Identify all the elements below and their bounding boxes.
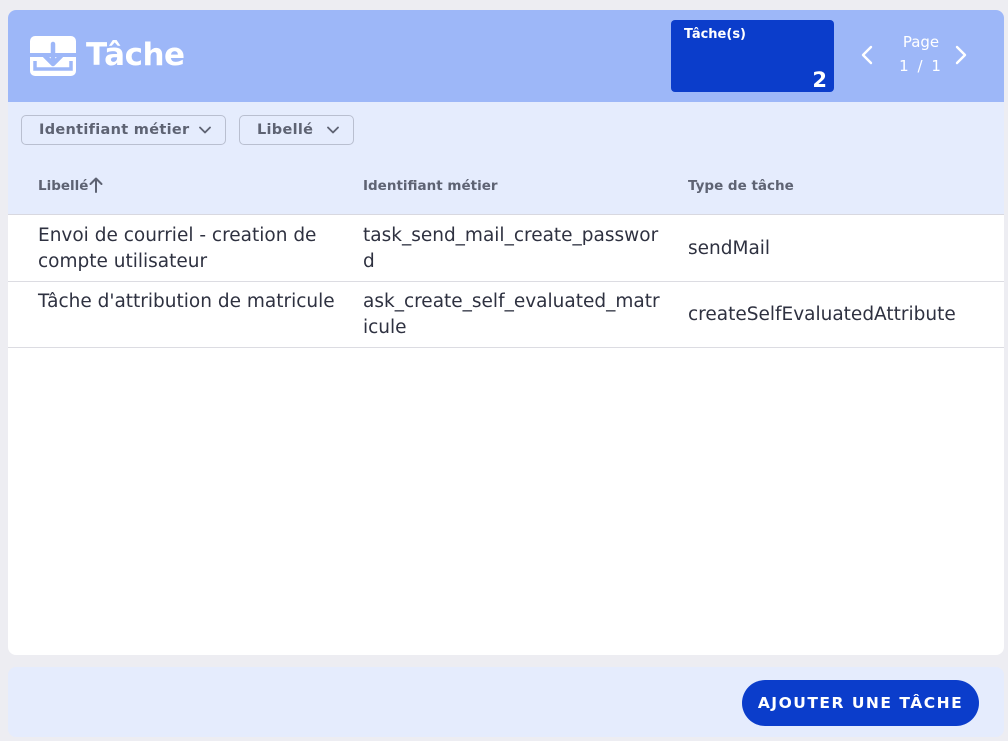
chevron-right-icon[interactable] (952, 44, 970, 66)
cell-type: sendMail (688, 238, 771, 259)
filter-identifiant-button[interactable]: Identifiant métier (21, 115, 226, 145)
chevron-down-icon (327, 126, 339, 134)
pagination: Page 1 / 1 (854, 30, 984, 86)
cell-identifiant: ask_create_self_evaluated_matricule (363, 291, 660, 338)
cell-libelle: Tâche d'attribution de matricule (38, 291, 335, 312)
chevron-down-icon (199, 126, 211, 134)
cell-type: createSelfEvaluatedAttribute (688, 304, 956, 325)
table-row[interactable]: Tâche d'attribution de matricule ask_cre… (8, 282, 1004, 348)
task-count-card: Tâche(s) 2 (671, 20, 834, 92)
cell-libelle: Envoi de courriel - creation de compte u… (38, 225, 317, 272)
page-header: Tâche Tâche(s) 2 Page 1 / 1 (8, 10, 1004, 102)
download-tray-icon (30, 36, 76, 76)
arrow-up-icon[interactable] (88, 176, 104, 194)
task-list-card: Tâche Tâche(s) 2 Page 1 / 1 Identifiant … (8, 10, 1004, 655)
pager-current: 1 (899, 57, 911, 75)
task-count-label: Tâche(s) (684, 27, 746, 42)
pager-total: 1 (931, 57, 943, 75)
pager-values: 1 / 1 (884, 57, 958, 75)
column-header-type[interactable]: Type de tâche (688, 178, 794, 194)
pager-label: Page (902, 33, 940, 51)
page-title: Tâche (86, 37, 185, 73)
table-row[interactable]: Envoi de courriel - creation de compte u… (8, 216, 1004, 282)
cell-identifiant: task_send_mail_create_password (363, 225, 659, 272)
pager-separator: / (917, 57, 925, 75)
column-header-identifiant[interactable]: Identifiant métier (363, 178, 498, 194)
task-count-value: 2 (812, 68, 827, 92)
filter-libelle-label: Libellé (257, 122, 314, 138)
add-task-button[interactable]: AJOUTER UNE TÂCHE (742, 680, 979, 726)
filter-identifiant-label: Identifiant métier (39, 122, 190, 138)
filter-bar: Identifiant métier Libellé Libellé Ident… (8, 102, 1004, 215)
footer-bar: AJOUTER UNE TÂCHE (8, 667, 1004, 737)
filter-libelle-button[interactable]: Libellé (239, 115, 354, 145)
column-header-libelle[interactable]: Libellé (38, 178, 88, 194)
chevron-left-icon[interactable] (858, 44, 876, 66)
